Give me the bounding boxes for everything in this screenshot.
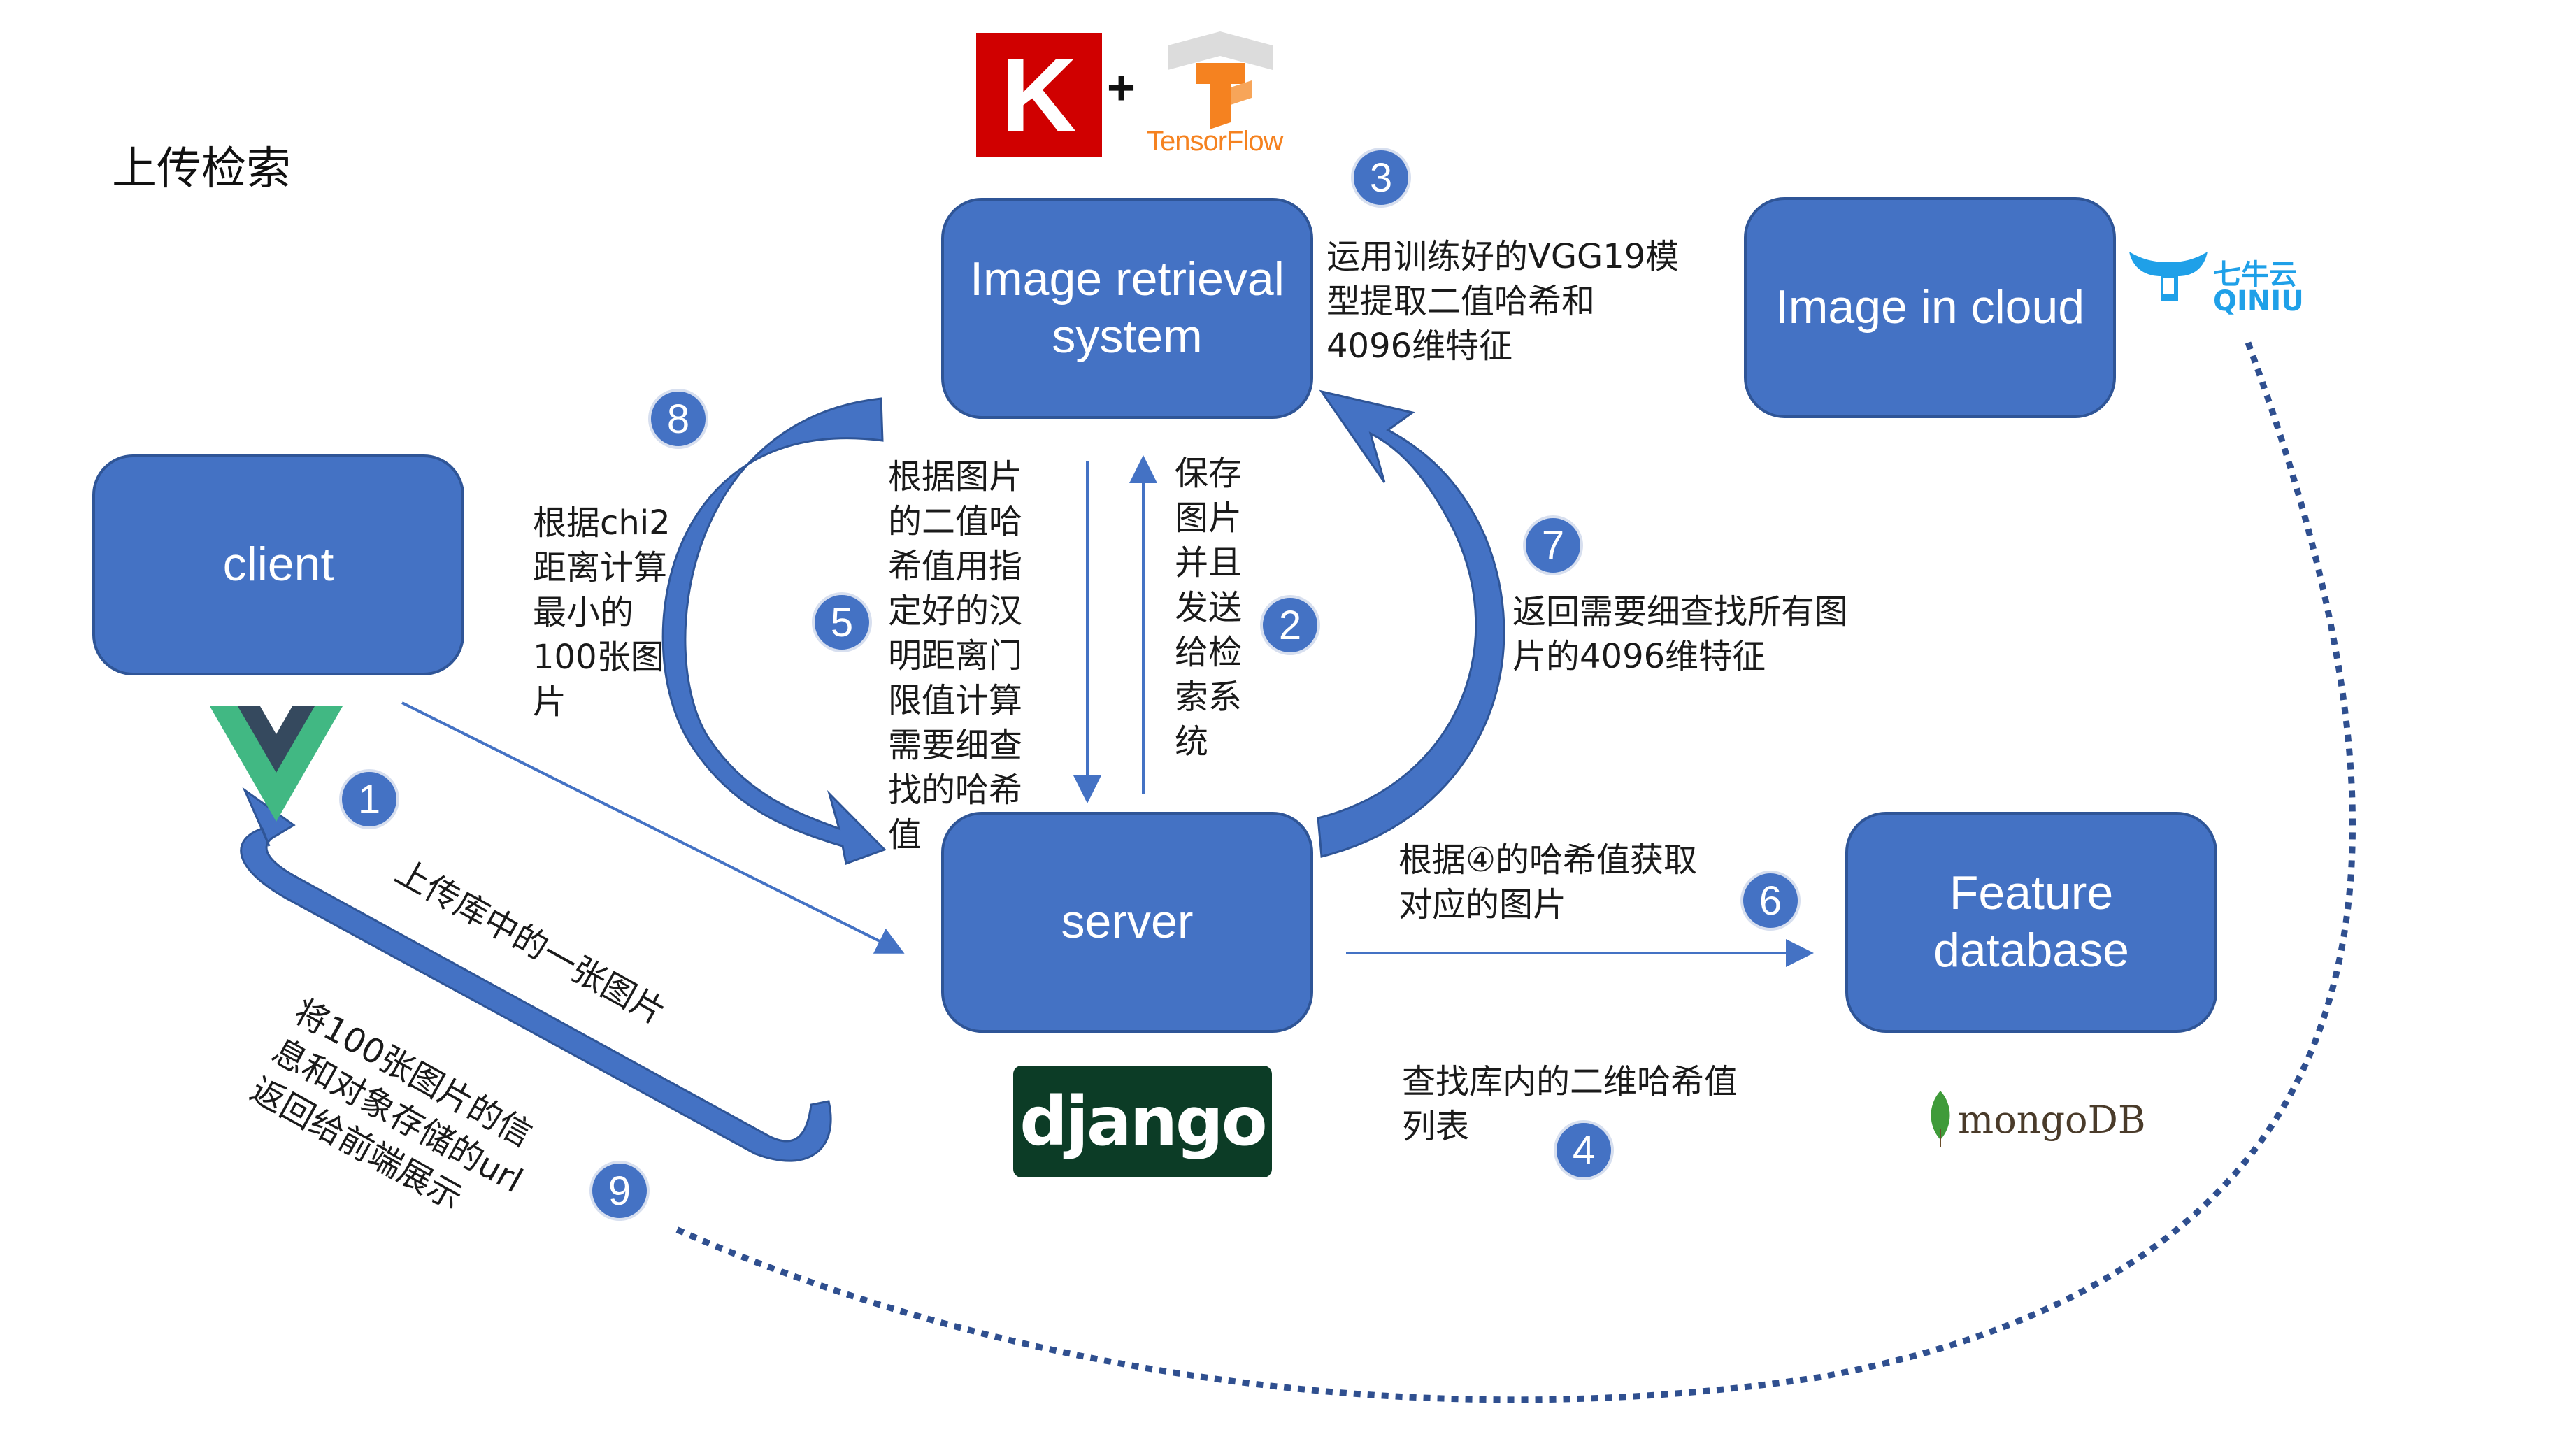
tensorflow-logo: TensorFlow: [1147, 31, 1294, 164]
step-badge-9: 9: [589, 1161, 650, 1221]
mongodb-leaf-icon: [1931, 1091, 1950, 1147]
step-badge-6: 6: [1740, 871, 1801, 931]
step-badge-8: 8: [648, 389, 708, 449]
keras-logo-letter: K: [1001, 36, 1078, 154]
curved-arrow-7: [1317, 389, 1505, 858]
step-badge-3: 3: [1351, 148, 1411, 208]
tensorflow-wordmark: TensorFlow: [1147, 126, 1284, 157]
step-note-7: 返回需要细查找所有图 片的4096维特征: [1512, 592, 1849, 676]
plus-sign: +: [1107, 60, 1136, 115]
image-in-cloud-box: Image in cloud: [1744, 197, 2116, 418]
step-badge-1: 1: [339, 769, 399, 829]
keras-logo: K: [976, 33, 1102, 157]
vue-icon: [210, 706, 343, 822]
step-note-8: 根据chi2 距离计算 最小的 100张图 片: [533, 503, 671, 722]
django-wordmark: django: [1019, 1082, 1267, 1161]
step-badge-7: 7: [1523, 515, 1583, 575]
qiniu-english-name: QINIU: [2213, 285, 2304, 317]
step-note-5: 根据图片 的二值哈 希值用指 定好的汉 明距离门 限值计算 需要细查 找的哈希 …: [888, 457, 1023, 854]
qiniu-logo: 七牛云 QINIU: [2126, 210, 2314, 322]
qiniu-bull-icon: [2129, 252, 2208, 301]
step-note-3: 运用训练好的VGG19模 型提取二值哈希和 4096维特征: [1326, 237, 1680, 366]
mongodb-logo: mongoDB: [1926, 1091, 2146, 1147]
vue-logo: vue: [210, 706, 343, 822]
step-note-4: 查找库内的二维哈希值 列表: [1402, 1062, 1738, 1146]
client-box: client: [92, 454, 464, 675]
step-note-2: 保存 图片 并且 发送 给检 索系 统: [1175, 454, 1243, 761]
feature-database-box: Feature database: [1845, 812, 2217, 1033]
image-retrieval-system-box: Image retrieval system: [941, 198, 1313, 419]
tensorflow-icon: [1168, 31, 1273, 129]
step-badge-2: 2: [1260, 595, 1320, 655]
mongodb-wordmark: mongoDB: [1958, 1098, 2146, 1142]
step-note-6: 根据④的哈希值获取 对应的图片: [1398, 840, 1698, 924]
step-badge-5: 5: [812, 592, 872, 652]
django-logo: django: [1013, 1066, 1272, 1177]
